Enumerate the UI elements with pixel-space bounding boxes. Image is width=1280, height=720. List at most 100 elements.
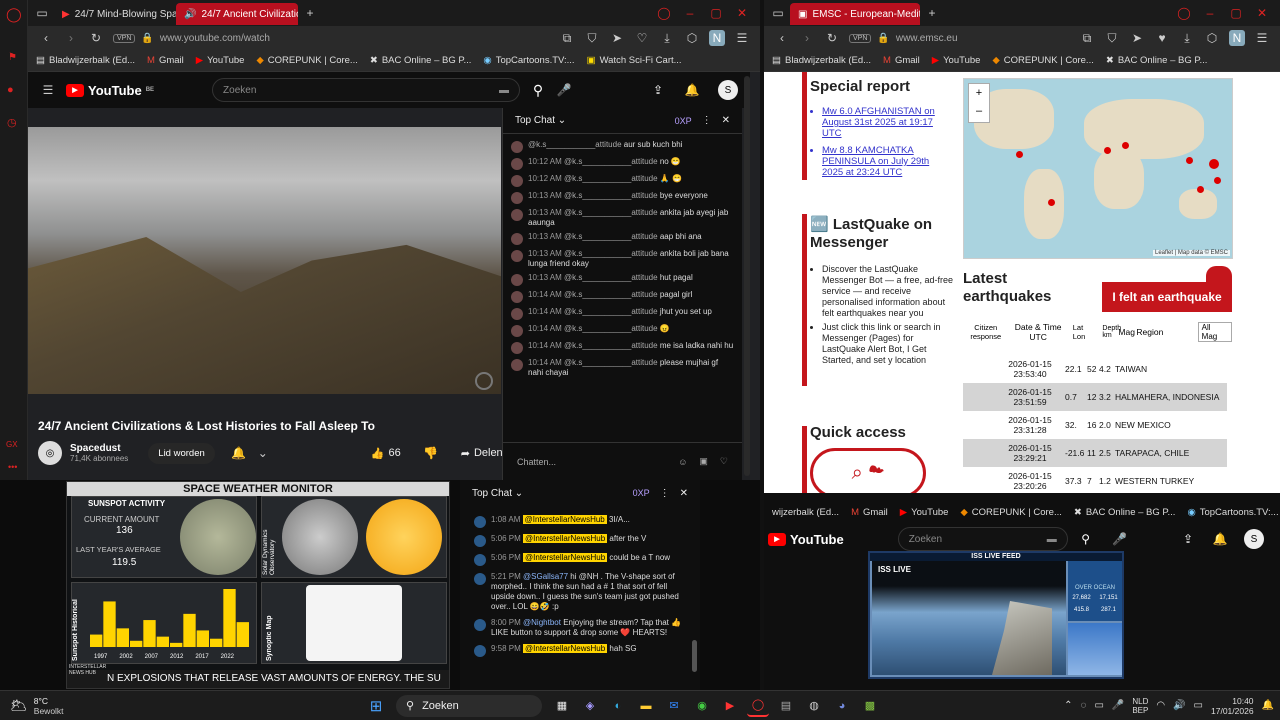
workspaces-icon[interactable]: ▭ xyxy=(770,5,786,21)
chat-author[interactable]: @InterstellarNewsHub xyxy=(523,534,608,543)
new-tab-icon[interactable]: + xyxy=(924,5,940,21)
game-icon[interactable]: ▩ xyxy=(859,695,881,717)
bookmark-item[interactable]: ▤ Bladwijzerbalk (Ed... xyxy=(36,55,135,66)
chat-avatar[interactable] xyxy=(511,192,523,204)
opera-gx-icon[interactable]: ◯ xyxy=(747,695,769,717)
url-field[interactable]: VPN 🔒 www.emsc.eu xyxy=(849,33,1070,44)
chat-avatar[interactable] xyxy=(511,158,523,170)
microphone-icon[interactable]: 🎤 xyxy=(1112,531,1128,547)
bookmark-item[interactable]: ◆ COREPUNK | Core... xyxy=(992,55,1093,66)
close-window-icon[interactable]: ✕ xyxy=(734,5,750,21)
calculator-icon[interactable]: ▤ xyxy=(775,695,797,717)
quake-marker[interactable] xyxy=(1186,157,1193,164)
quake-row[interactable]: 2026-01-15 23:51:59 0.7 12 3.2 HALMAHERA, IND… xyxy=(963,383,1227,411)
chat-author[interactable]: @Nightbot xyxy=(523,618,561,627)
chat-avatar[interactable] xyxy=(511,342,523,354)
extensions-icon[interactable]: ⬡ xyxy=(684,30,700,46)
task-view-icon[interactable]: ▦ xyxy=(551,695,573,717)
chat-author[interactable]: @SGallsa77 xyxy=(523,572,568,581)
notifications-icon[interactable]: 🔔 xyxy=(1212,531,1228,547)
start-icon[interactable]: ⊞ xyxy=(365,695,387,717)
chat-avatar[interactable] xyxy=(474,554,486,566)
page-scrollbar[interactable] xyxy=(744,76,750,476)
share-button[interactable]: ➦ Delen xyxy=(461,447,503,460)
send-icon[interactable]: ➤ xyxy=(1129,30,1145,46)
quake-marker[interactable] xyxy=(1016,151,1023,158)
keyboard-icon[interactable]: ▬ xyxy=(499,85,509,96)
taskbar-search[interactable]: ⚲ Zoeken xyxy=(396,694,542,717)
top-chat-dropdown[interactable]: Top Chat ⌄ xyxy=(472,488,523,499)
quake-marker[interactable] xyxy=(1209,159,1219,169)
chat-avatar[interactable] xyxy=(511,175,523,187)
upload-icon[interactable]: ⇪ xyxy=(1180,531,1196,547)
sidebar-more-icon[interactable]: ••• xyxy=(8,462,17,472)
quick-access-icon[interactable]: ⌕ ☁ xyxy=(810,448,926,493)
quake-marker[interactable] xyxy=(1122,142,1129,149)
channel-name[interactable]: Spacedust xyxy=(70,443,128,454)
heart-react-icon[interactable]: ♡ xyxy=(720,456,728,467)
sidebar-pin-icon[interactable]: ⚑ xyxy=(8,52,17,63)
chat-author[interactable]: @k.s___________attitude xyxy=(528,140,622,149)
forward-icon[interactable]: › xyxy=(63,30,79,46)
chat-avatar[interactable] xyxy=(511,308,523,320)
workspaces-icon[interactable]: ▭ xyxy=(34,5,50,21)
earthquake-map[interactable]: + – Leaflet | Map data © EMSC xyxy=(963,78,1233,259)
edge-icon[interactable]: ◐ xyxy=(607,695,629,717)
minimize-icon[interactable]: – xyxy=(1202,5,1218,21)
volume-icon[interactable]: 🔊 xyxy=(1173,700,1185,711)
quake-row[interactable]: 2026-01-15 23:31:28 32. 16 2.0 NEW MEXICO xyxy=(963,411,1227,439)
profile-avatar[interactable]: N xyxy=(709,30,725,46)
quake-row[interactable]: 2026-01-15 23:20:26 37.3 7 1.2 WESTERN TURKEY xyxy=(963,467,1227,493)
quake-marker[interactable] xyxy=(1104,147,1111,154)
bookmark-item[interactable]: M Gmail xyxy=(883,55,920,66)
chat-author[interactable]: @k.s___________attitude xyxy=(564,273,658,282)
chat-input[interactable]: Chatten... ☺ ▣ ♡ xyxy=(503,442,742,480)
youtube-app-icon[interactable]: ▶ xyxy=(719,695,741,717)
youtube-search-input[interactable]: Zoeken ▬ xyxy=(897,527,1068,551)
close-window-icon[interactable]: ✕ xyxy=(1254,5,1270,21)
file-explorer-icon[interactable]: ▬ xyxy=(635,695,657,717)
report-link-kamchatka[interactable]: Mw 8.8 KAMCHATKA PENINSULA on July 29th … xyxy=(822,145,952,178)
chat-avatar[interactable] xyxy=(474,619,486,631)
shield-icon[interactable]: ⛉ xyxy=(584,30,600,46)
hamburger-menu-icon[interactable]: ☰ xyxy=(40,82,56,98)
tab-mind-blowing-space[interactable]: ▶ 24/7 Mind-Blowing Space xyxy=(54,3,176,25)
mag-filter-select[interactable]: All Mag xyxy=(1197,322,1232,342)
profile-avatar[interactable]: N xyxy=(1229,30,1245,46)
chat-author[interactable]: @k.s___________attitude xyxy=(564,307,658,316)
wifi-icon[interactable]: ◠ xyxy=(1156,700,1165,711)
heart-icon[interactable]: ♥ xyxy=(1154,30,1170,46)
menu-icon[interactable]: ☰ xyxy=(1254,30,1270,46)
youtube-logo[interactable]: ▶ YouTube xyxy=(768,532,844,547)
reload-icon[interactable]: ↻ xyxy=(88,30,104,46)
minimize-icon[interactable]: – xyxy=(682,5,698,21)
chat-avatar[interactable] xyxy=(474,573,486,585)
chat-avatar[interactable] xyxy=(511,325,523,337)
send-icon[interactable]: ➤ xyxy=(609,30,625,46)
super-chat-icon[interactable]: ▣ xyxy=(699,456,708,467)
bookmark-item[interactable]: ▤ Bladwijzerbalk (Ed... xyxy=(772,55,871,66)
xp-badge[interactable]: 0XP xyxy=(633,488,650,498)
chat-more-icon[interactable]: ⋮ xyxy=(660,488,670,499)
report-link-afghanistan[interactable]: Mw 6.0 AFGHANISTAN on August 31st 2025 a… xyxy=(822,106,952,139)
felt-earthquake-button[interactable]: I felt an earthquake xyxy=(1102,282,1232,312)
bookmark-item[interactable]: M Gmail xyxy=(147,55,184,66)
user-avatar[interactable]: S xyxy=(718,80,738,100)
back-icon[interactable]: ‹ xyxy=(38,30,54,46)
bookmark-item[interactable]: ▶ YouTube xyxy=(196,55,245,66)
bookmark-item[interactable]: ▶ YouTube xyxy=(900,507,949,518)
emoji-icon[interactable]: ☺ xyxy=(678,457,687,467)
search-icon[interactable]: ⚲ xyxy=(1078,531,1094,547)
tab-emsc[interactable]: ▣ EMSC - European-Mediter xyxy=(790,3,920,25)
download-icon[interactable]: ⤓ xyxy=(1179,30,1195,46)
keyboard-icon[interactable]: ▬ xyxy=(1047,534,1057,545)
tray-folder-icon[interactable]: ▭ xyxy=(1094,700,1103,711)
chat-author[interactable]: @k.s___________attitude xyxy=(564,341,658,350)
chat-avatar[interactable] xyxy=(474,645,486,657)
download-icon[interactable]: ⤓ xyxy=(659,30,675,46)
sidebar-gx-icon[interactable]: GX xyxy=(6,440,18,449)
notifications-icon[interactable]: 🔔 xyxy=(684,82,700,98)
search-icon[interactable]: ⚲ xyxy=(530,82,546,98)
chat-author[interactable]: @k.s___________attitude xyxy=(564,174,658,183)
bookmark-item[interactable]: ◉ TopCartoons.TV:... xyxy=(483,55,574,66)
